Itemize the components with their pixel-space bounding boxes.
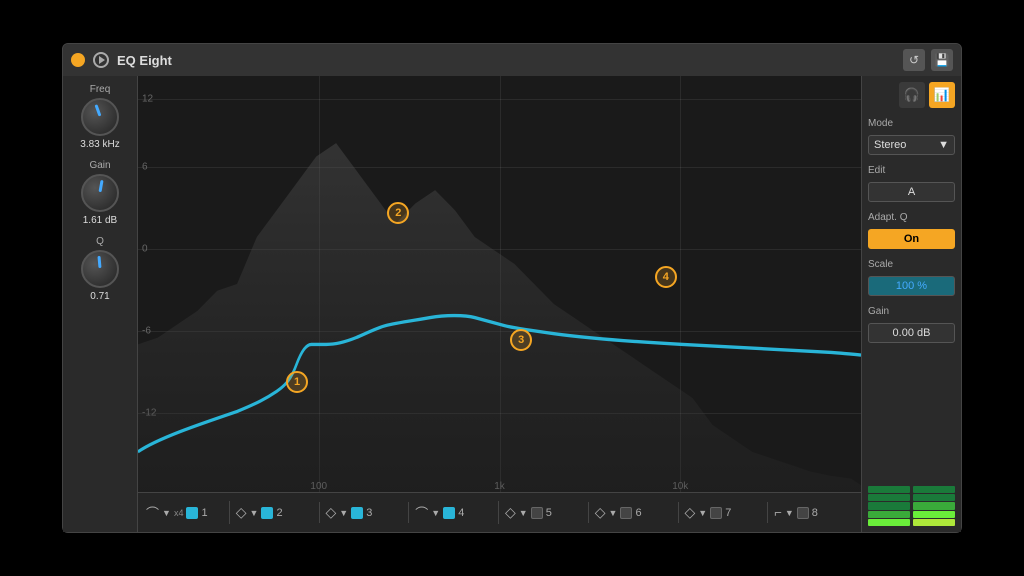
band-selector-4[interactable]: ⌒ ▼ 4 [411,501,499,524]
vu-bar [868,519,910,526]
band1-filter-icon: ⌒ [146,503,159,522]
band-node-3[interactable]: 3 [510,329,532,351]
eq-display[interactable]: 12 6 0 -6 -12 100 1k 10k [138,76,861,532]
title-icons: ↺ 💾 [903,49,953,71]
band8-dropdown[interactable]: ▼ [785,508,794,518]
band2-num: 2 [276,507,282,519]
band-node-1[interactable]: 1 [286,371,308,393]
adaptq-label: Adapt. Q [868,212,955,223]
freq-section: Freq 3.83 kHz [80,84,119,150]
vu-bar [868,511,910,518]
main-content: Freq 3.83 kHz Gain 1.61 dB Q 0.71 [63,76,961,532]
band2-dropdown[interactable]: ▼ [250,508,259,518]
band6-inactive-box[interactable] [620,507,632,519]
mode-dropdown[interactable]: Stereo ▼ [868,135,955,155]
band-selector-2[interactable]: ◇ ▼ 2 [232,502,320,523]
left-panel: Freq 3.83 kHz Gain 1.61 dB Q 0.71 [63,76,138,532]
band1-active-box[interactable] [186,507,198,519]
q-section: Q 0.71 [81,236,119,302]
band2-active-box[interactable] [261,507,273,519]
edit-value[interactable]: A [868,182,955,202]
band1-multiplier: x4 [174,508,184,518]
vu-bar [913,494,955,501]
band-selector-1[interactable]: ⌒ ▼ x4 1 [142,501,230,524]
band2-filter-icon: ◇ [236,504,247,521]
band5-num: 5 [546,507,552,519]
vu-left [868,486,910,526]
mode-dropdown-arrow: ▼ [938,139,949,151]
mode-value: Stereo [874,139,906,151]
band5-filter-icon: ◇ [505,504,516,521]
freq-label: Freq [90,84,111,95]
gain-label: Gain [89,160,110,171]
band-selector-6[interactable]: ◇ ▼ 6 [591,502,679,523]
gain-value: 1.61 dB [83,215,117,226]
vu-bar [913,486,955,493]
save-icon[interactable]: 💾 [931,49,953,71]
band4-active-box[interactable] [443,507,455,519]
band-selector-3[interactable]: ◇ ▼ 3 [322,502,410,523]
right-panel: 🎧 📊 Mode Stereo ▼ Edit A Adapt. Q On Sca… [861,76,961,532]
vu-bar [913,502,955,509]
vu-bar [868,502,910,509]
band-node-4[interactable]: 4 [655,266,677,288]
band4-filter-icon: ⌒ [415,503,428,522]
gain-knob[interactable] [81,174,119,212]
right-top-icons: 🎧 📊 [868,82,955,108]
gain-section: Gain 1.61 dB [81,160,119,226]
scale-value[interactable]: 100 % [868,276,955,296]
vu-bar [913,511,955,518]
band7-filter-icon: ◇ [685,504,696,521]
plugin-window: EQ Eight ↺ 💾 Freq 3.83 kHz Gain 1.61 dB … [62,43,962,533]
vu-right [913,486,955,526]
freq-knob[interactable] [81,98,119,136]
band-selectors: ⌒ ▼ x4 1 ◇ ▼ 2 ◇ ▼ 3 [138,492,861,532]
play-button[interactable] [93,52,109,68]
band7-dropdown[interactable]: ▼ [698,508,707,518]
band-selector-5[interactable]: ◇ ▼ 5 [501,502,589,523]
band8-inactive-box[interactable] [797,507,809,519]
freq-value: 3.83 kHz [80,139,119,150]
headphone-icon[interactable]: 🎧 [899,82,925,108]
edit-label: Edit [868,165,955,176]
band6-dropdown[interactable]: ▼ [609,508,618,518]
band4-dropdown[interactable]: ▼ [431,508,440,518]
q-value: 0.71 [90,291,109,302]
band-node-2[interactable]: 2 [387,202,409,224]
band-selector-7[interactable]: ◇ ▼ 7 [681,502,769,523]
band-selector-8[interactable]: ⌐ ▼ 8 [770,503,857,522]
band5-dropdown[interactable]: ▼ [519,508,528,518]
vu-meter [868,486,955,526]
band8-num: 8 [812,507,818,519]
vu-bar [868,486,910,493]
band4-num: 4 [458,507,464,519]
power-button[interactable] [71,53,85,67]
band3-filter-icon: ◇ [326,504,337,521]
gain-value[interactable]: 0.00 dB [868,323,955,343]
band1-num: 1 [201,507,207,519]
adaptq-value[interactable]: On [868,229,955,249]
band5-inactive-box[interactable] [531,507,543,519]
band7-num: 7 [725,507,731,519]
spectrum-icon[interactable]: 📊 [929,82,955,108]
band3-num: 3 [366,507,372,519]
band7-inactive-box[interactable] [710,507,722,519]
band6-num: 6 [635,507,641,519]
gain-label: Gain [868,306,955,317]
band3-dropdown[interactable]: ▼ [339,508,348,518]
title-bar: EQ Eight ↺ 💾 [63,44,961,76]
eq-svg [138,76,861,492]
vu-bar [868,494,910,501]
vu-bar [913,519,955,526]
band1-dropdown[interactable]: ▼ [162,508,171,518]
mode-label: Mode [868,118,955,129]
q-label: Q [96,236,104,247]
band8-filter-icon: ⌐ [774,505,782,520]
scale-label: Scale [868,259,955,270]
band3-active-box[interactable] [351,507,363,519]
q-knob[interactable] [81,250,119,288]
refresh-icon[interactable]: ↺ [903,49,925,71]
plugin-title: EQ Eight [117,53,895,68]
band6-filter-icon: ◇ [595,504,606,521]
